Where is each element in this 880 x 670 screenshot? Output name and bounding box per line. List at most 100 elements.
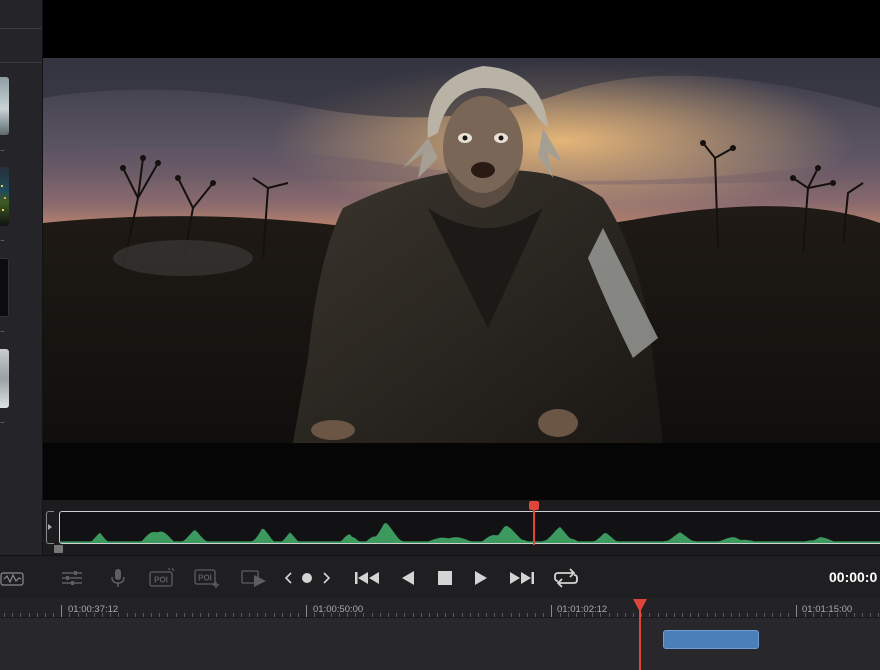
- microphone-icon[interactable]: [106, 566, 130, 590]
- timeline-ruler[interactable]: 01:00:37:12 01:00:50:00 01:01:02:12 01:0…: [0, 599, 880, 618]
- timeline-clip[interactable]: [663, 630, 759, 649]
- ruler-timecode: 01:00:50:00: [313, 604, 364, 615]
- ruler-tick: [12, 613, 13, 617]
- ruler-tick: [756, 613, 757, 617]
- ruler-tick: [723, 613, 724, 617]
- ruler-tick: [306, 605, 307, 617]
- video-frame: [43, 58, 880, 500]
- ruler-tick: [617, 613, 618, 617]
- ruler-tick: [216, 613, 217, 617]
- media-thumbnail[interactable]: [0, 77, 9, 135]
- skip-to-end-icon[interactable]: [508, 566, 536, 590]
- bin-divider: [0, 62, 42, 63]
- ruler-tick: [862, 613, 863, 617]
- poi-label: POI: [198, 574, 212, 583]
- ruler-tick: [37, 613, 38, 617]
- ruler-tick: [20, 613, 21, 617]
- ruler-tick: [641, 613, 642, 617]
- ruler-tick: [453, 613, 454, 617]
- ruler-tick: [658, 613, 659, 617]
- timeline-playhead-line: [639, 607, 641, 670]
- timeline[interactable]: 01:00:37:12 01:00:50:00 01:01:02:12 01:0…: [0, 599, 880, 670]
- in-point-marker[interactable]: [54, 545, 63, 553]
- ruler-tick: [159, 613, 160, 617]
- ruler-tick: [200, 613, 201, 617]
- mixer-sliders-icon[interactable]: [60, 566, 84, 590]
- ruler-tick: [690, 613, 691, 617]
- ruler-tick: [143, 613, 144, 617]
- ruler-tick: [372, 613, 373, 617]
- ruler-timecode: 01:01:02:12: [557, 604, 608, 615]
- ruler-tick: [551, 605, 552, 617]
- ruler-tick: [707, 613, 708, 617]
- poi-marker-icon[interactable]: POI: [148, 566, 176, 590]
- ruler-tick: [404, 613, 405, 617]
- ruler-tick: [870, 613, 871, 617]
- ruler-tick: [135, 613, 136, 617]
- ruler-tick: [249, 613, 250, 617]
- ruler-tick: [167, 613, 168, 617]
- audio-waveform-strip[interactable]: [59, 511, 880, 544]
- ruler-tick: [233, 613, 234, 617]
- ruler-tick: [854, 613, 855, 617]
- media-thumbnail[interactable]: [0, 349, 9, 408]
- ruler-tick: [764, 613, 765, 617]
- ruler-timecode: 01:00:37:12: [68, 604, 119, 615]
- ruler-tick: [61, 605, 62, 617]
- media-bin: ... ... ... ...: [0, 0, 43, 555]
- ruler-tick: [241, 613, 242, 617]
- ruler-tick: [445, 613, 446, 617]
- poi-add-icon[interactable]: POI: [193, 566, 221, 590]
- ruler-tick: [780, 613, 781, 617]
- play-icon[interactable]: [471, 566, 491, 590]
- audio-scrubber[interactable]: [43, 500, 880, 555]
- play-reverse-icon[interactable]: [398, 566, 418, 590]
- ruler-tick: [609, 613, 610, 617]
- scrubber-playhead-line: [533, 509, 535, 545]
- ruler-tick: [290, 613, 291, 617]
- ruler-tick: [543, 613, 544, 617]
- dot-icon[interactable]: [300, 566, 314, 590]
- transport-bar: POI POI 00:00:0: [0, 555, 880, 600]
- timeline-playhead-handle[interactable]: [633, 599, 647, 612]
- ruler-tick: [788, 613, 789, 617]
- ruler-tick: [176, 613, 177, 617]
- ruler-tick: [421, 613, 422, 617]
- next-icon[interactable]: [321, 566, 333, 590]
- ruler-tick: [192, 613, 193, 617]
- ruler-tick: [649, 613, 650, 617]
- ruler-tick: [527, 613, 528, 617]
- ruler-tick: [462, 613, 463, 617]
- ruler-tick: [151, 613, 152, 617]
- ruler-tick: [666, 613, 667, 617]
- previous-icon[interactable]: [282, 566, 294, 590]
- ruler-tick: [772, 613, 773, 617]
- ruler-tick: [739, 613, 740, 617]
- ruler-tick: [225, 613, 226, 617]
- ruler-tick: [731, 613, 732, 617]
- audio-waveform: [60, 522, 880, 543]
- poi-label: POI: [154, 576, 168, 585]
- media-thumbnail[interactable]: [0, 167, 9, 226]
- media-thumbnail[interactable]: [0, 258, 9, 317]
- ruler-tick: [682, 613, 683, 617]
- ruler-tick: [519, 613, 520, 617]
- video-viewer[interactable]: [43, 0, 880, 500]
- ruler-timecode: 01:01:15:00: [802, 604, 853, 615]
- ruler-tick: [274, 613, 275, 617]
- stop-icon[interactable]: [434, 566, 456, 590]
- ruler-tick: [486, 613, 487, 617]
- skip-to-start-icon[interactable]: [353, 566, 381, 590]
- audio-waveform-icon[interactable]: [0, 566, 24, 590]
- ruler-tick: [633, 613, 634, 617]
- loop-icon[interactable]: [552, 566, 580, 590]
- expand-handle[interactable]: [46, 511, 54, 544]
- ruler-tick: [265, 613, 266, 617]
- ruler-tick: [127, 613, 128, 617]
- ruler-tick: [208, 613, 209, 617]
- ruler-tick: [298, 613, 299, 617]
- clip-play-icon[interactable]: [240, 566, 268, 590]
- ruler-tick: [625, 613, 626, 617]
- ruler-tick: [470, 613, 471, 617]
- ruler-tick: [29, 613, 30, 617]
